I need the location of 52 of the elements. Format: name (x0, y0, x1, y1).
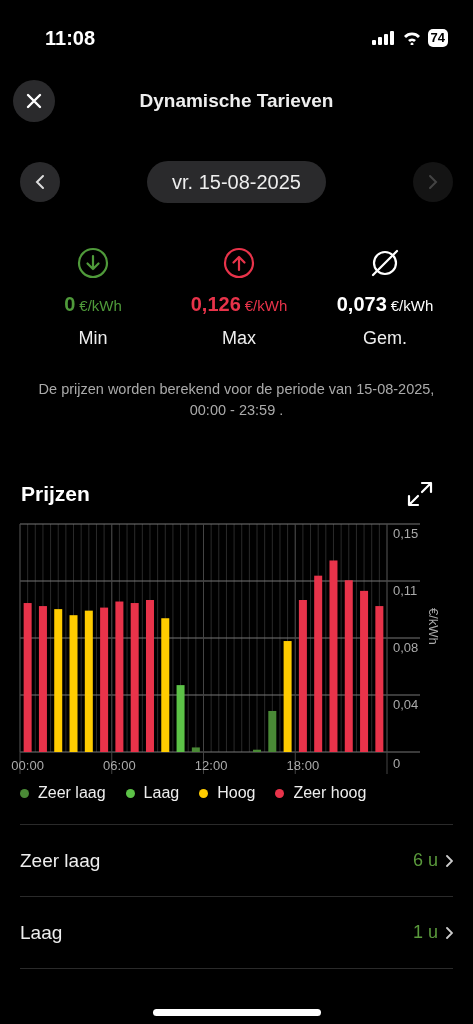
axis-label: 06:00 (103, 758, 136, 773)
average-icon (369, 247, 401, 279)
close-button[interactable] (13, 80, 55, 122)
wifi-icon (402, 31, 421, 45)
bar (253, 749, 261, 752)
chevron-left-icon (35, 174, 45, 190)
price-unit: €/kWh (390, 297, 434, 314)
legend-label: Zeer laag (38, 784, 106, 802)
signal-icon (371, 31, 396, 45)
axis-label: 0,04 (393, 697, 419, 712)
axis-label: 0,08 (393, 640, 419, 655)
chevron-right-icon (446, 854, 453, 867)
price-value: 0,126 (190, 293, 241, 316)
arrow-down-icon (77, 247, 109, 279)
axis-label: 0,11 (393, 583, 418, 598)
level-hours: 1 u (412, 922, 438, 943)
previous-day-button[interactable] (20, 162, 60, 202)
axis-title: €/kWh (426, 608, 441, 645)
axis-label: 12:00 (194, 758, 228, 773)
price-value: 0,073 (336, 293, 387, 316)
level-label: Laag (20, 921, 64, 944)
arrow-up-icon (223, 247, 255, 279)
screen-title: Dynamische Tarieven (139, 90, 334, 112)
close-icon (26, 93, 42, 109)
legend-label: Zeer hoog (293, 784, 367, 802)
legend-label: Laag (143, 784, 180, 802)
section-title: Prijzen (21, 482, 90, 506)
axis-label: 0 (393, 756, 401, 771)
period-note: De prijzen worden berekend voor de periode van 15-08-2025, 00:00 - 23:59 . (37, 380, 436, 420)
level-row[interactable]: Laag 1 u (20, 897, 453, 969)
battery-indicator: 74 (427, 29, 448, 47)
bar (176, 685, 185, 752)
level-label: Zeer laag (20, 849, 102, 872)
expand-icon[interactable] (407, 481, 433, 507)
stat-label: Gem. (363, 328, 407, 349)
level-hours: 6 u (412, 850, 438, 871)
axis-label: 0,15 (393, 526, 419, 541)
level-row[interactable]: Zeer laag 6 u (20, 825, 453, 897)
bar (268, 710, 277, 752)
chevron-right-icon (446, 926, 453, 939)
price-unit: €/kWh (79, 297, 122, 314)
date-selector[interactable]: vr. 15-08-2025 (147, 161, 326, 203)
stat-label: Max (222, 328, 256, 349)
price-value: 0 (64, 293, 76, 316)
status-time: 11:08 (45, 26, 96, 50)
price-unit: €/kWh (244, 297, 288, 314)
stat-label: Min (78, 328, 108, 349)
axis-label: 00:00 (11, 758, 44, 773)
bar (191, 747, 200, 752)
legend-label: Hoog (217, 784, 256, 802)
axis-label: 18:00 (286, 758, 320, 773)
chevron-right-icon (428, 174, 438, 190)
